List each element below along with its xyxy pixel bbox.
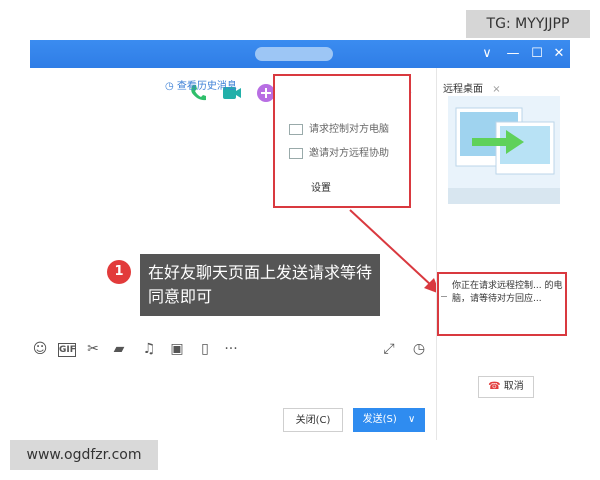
watermark-tg: TG: MYYJJPP [466,10,590,38]
remote-desktop-title: 远程桌面 × [443,80,501,95]
music-icon[interactable]: ♫ [140,340,158,358]
image-icon[interactable]: ▣ [168,340,186,358]
blurred-contact-name [255,47,333,61]
send-label: 发送(S) [362,414,397,425]
settings-item[interactable]: 设置 [311,179,331,194]
hangup-icon: ☎ [488,381,501,392]
invite-assist-item[interactable]: 邀请对方远程协助 [289,144,389,159]
send-button[interactable]: 发送(S) ∨ [353,408,425,432]
monitor-icon [289,147,303,159]
send-menu-chevron-icon[interactable]: ∨ [408,414,415,425]
minimize-button[interactable]: — [504,45,522,63]
more-icon[interactable]: ··· [222,340,240,358]
gif-icon[interactable]: GIF [58,343,76,357]
step-badge: 1 [107,260,131,284]
folder-icon[interactable]: ▰ [110,340,128,358]
expand-icon[interactable]: ⤢ [380,340,398,358]
clock-icon: ◷ [165,81,177,92]
request-control-item[interactable]: 请求控制对方电脑 [289,120,389,135]
remote-title-label: 远程桌面 [443,84,483,95]
history-label: 查看历史消息 [176,81,237,92]
remote-status-text: 你正在请求远程控制... 的电脑，请等待对方回应... [452,281,563,304]
instruction-callout: 在好友聊天页面上发送请求等待同意即可 [140,254,380,316]
maximize-button[interactable]: ☐ [528,45,546,63]
history-clock-icon[interactable]: ◷ [410,340,428,358]
monitor-icon [289,123,303,135]
title-bar: ∨ — ☐ ✕ [30,40,570,68]
panel-divider [436,68,437,440]
remote-options-popup: 请求控制对方电脑 邀请对方远程协助 设置 [273,74,411,208]
status-dash [441,296,447,297]
watermark-site: www.ogdfzr.com [10,440,158,470]
emoji-icon[interactable]: ☺ [31,340,49,358]
remote-desktop-illustration [448,96,560,204]
close-window-button[interactable]: ✕ [550,45,568,63]
invite-assist-label: 邀请对方远程协助 [309,148,389,159]
request-control-label: 请求控制对方电脑 [309,124,389,135]
view-history-link[interactable]: ◷ 查看历史消息 [165,77,237,92]
shake-icon[interactable]: ▯ [196,340,214,358]
remote-panel-close-icon[interactable]: × [492,84,500,95]
collapse-button[interactable]: ∨ [478,45,496,63]
cancel-label: 取消 [503,381,524,392]
scissors-icon[interactable]: ✂ [84,340,102,358]
close-button[interactable]: 关闭(C) [283,408,343,432]
cancel-button[interactable]: ☎ 取消 [478,376,534,398]
